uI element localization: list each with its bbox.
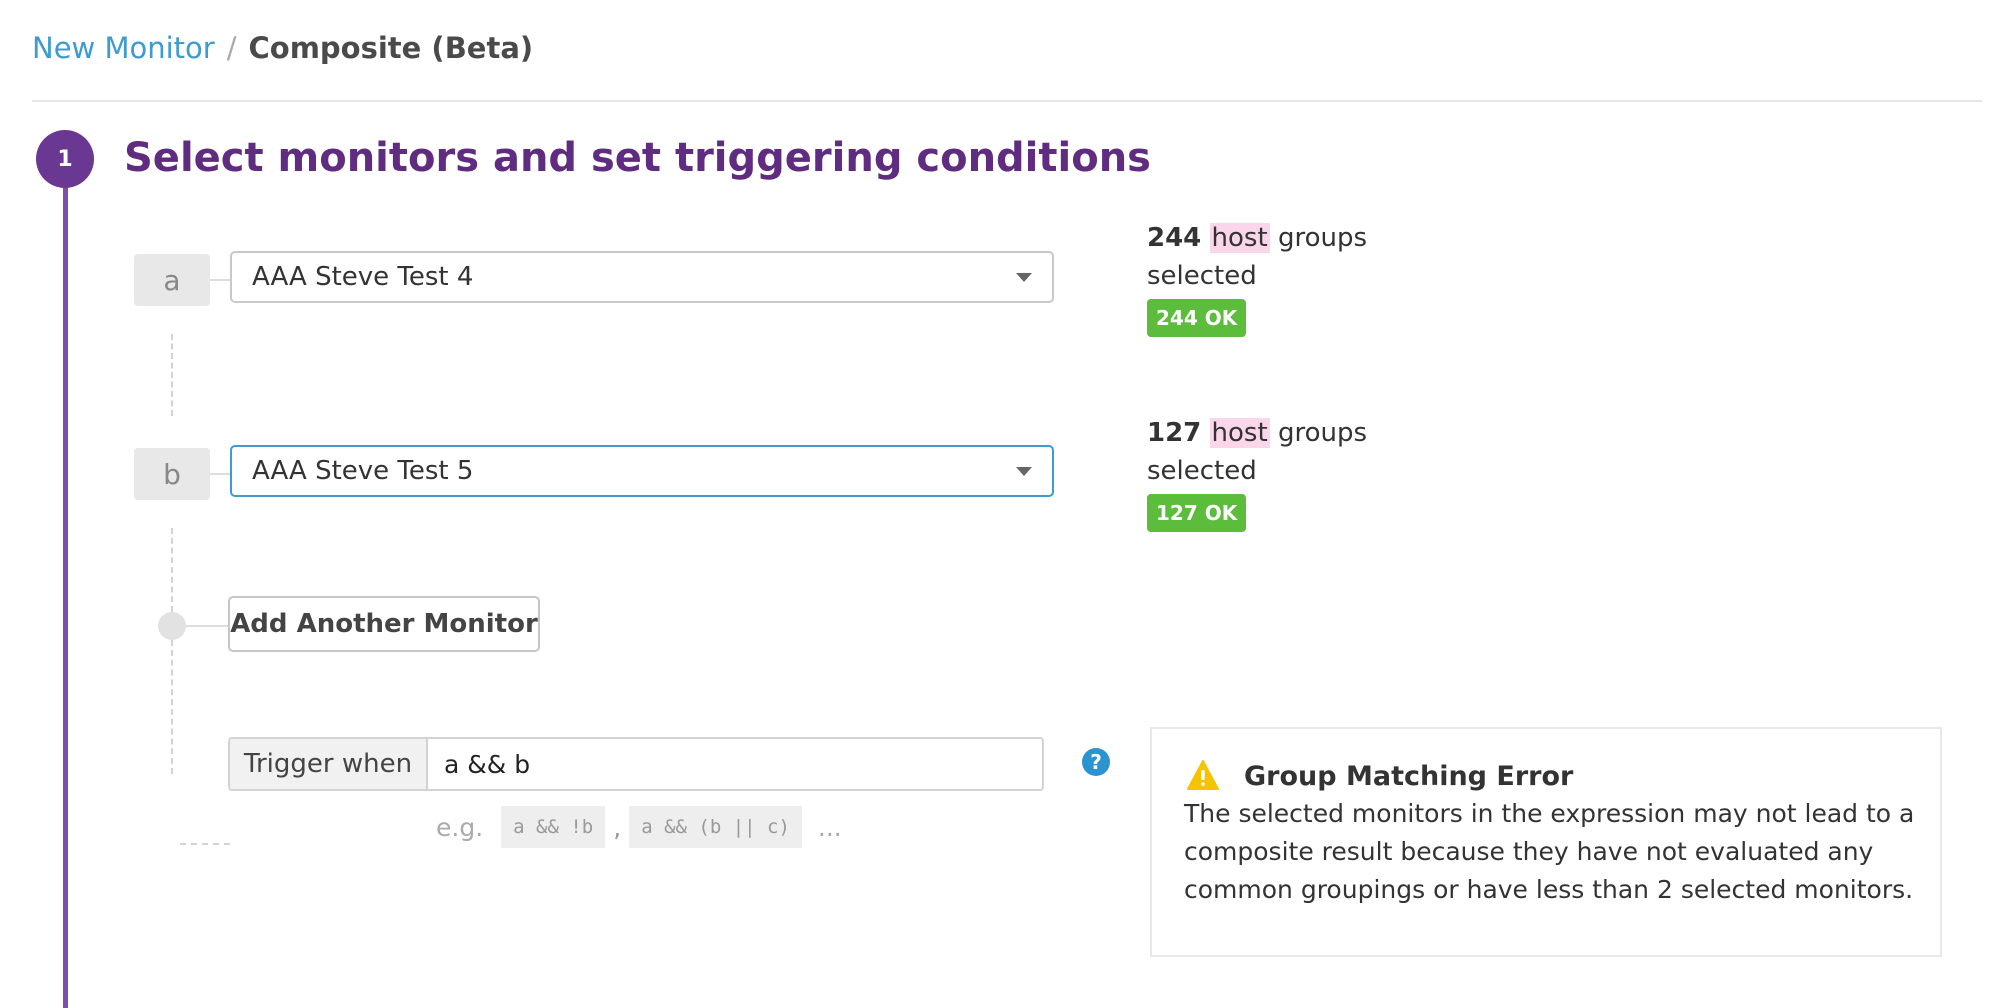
monitor-b-select-value: AAA Steve Test 5 [252,456,474,486]
examples-comma: , [613,812,622,842]
monitor-a-status-badge: 244 OK [1147,299,1247,337]
breadcrumb-separator: / [226,31,237,65]
monitor-a-select[interactable]: AAA Steve Test 4 [230,251,1054,303]
add-another-monitor-button[interactable]: Add Another Monitor [228,596,540,652]
connector-dashed-line [171,334,173,416]
trigger-expression-group: Trigger when [228,737,1044,791]
trigger-expression-input[interactable] [428,739,1042,789]
error-title: Group Matching Error [1244,761,1574,792]
monitor-a-select-value: AAA Steve Test 4 [252,262,474,292]
example-chip: a && !b [501,806,606,848]
error-message: The selected monitors in the expression … [1184,799,1915,904]
example-chip: a && (b || c) [629,806,802,848]
connector-dashed-end [180,843,230,845]
examples-prefix: e.g. [436,812,484,842]
monitor-b-select[interactable]: AAA Steve Test 5 [230,445,1054,497]
step-timeline-line [63,178,68,1008]
monitor-a-group-count: 244 [1147,223,1202,253]
monitor-b-group-count: 127 [1147,418,1202,448]
add-monitor-connector [186,625,228,627]
connector-dashed-line [171,640,173,774]
monitor-a-letter: a [134,254,210,306]
help-icon[interactable]: ? [1082,748,1110,776]
monitor-a-groups-word: groups [1277,223,1368,253]
monitor-b-status-badge: 127 OK [1147,494,1247,532]
trigger-when-label: Trigger when [230,739,428,789]
examples-more: ... [817,812,842,842]
monitor-b-selected-word: selected [1147,456,1257,486]
breadcrumb: New Monitor / Composite (Beta) [32,28,533,68]
monitor-b-groups-word: groups [1277,418,1368,448]
monitor-b-connector [210,473,230,475]
monitor-a-connector [210,279,230,281]
monitor-a-group-summary: 244 host groups selected 244 OK [1147,219,1447,337]
header-divider [32,100,1982,102]
monitor-b-letter: b [134,448,210,500]
warning-icon [1187,760,1219,790]
breadcrumb-current: Composite (Beta) [248,31,534,65]
add-monitor-node-dot [158,612,186,640]
monitor-a-host-tag: host [1209,223,1270,253]
step-title: Select monitors and set triggering condi… [124,135,1151,181]
connector-dashed-line [171,528,173,612]
monitor-b-group-summary: 127 host groups selected 127 OK [1147,414,1447,532]
group-matching-error-panel: Group Matching Error The selected monito… [1150,727,1942,957]
breadcrumb-new-monitor-link[interactable]: New Monitor [32,31,215,65]
step-number-badge: 1 [36,130,94,188]
monitor-b-host-tag: host [1209,418,1270,448]
chevron-down-icon [1016,466,1032,476]
monitor-a-selected-word: selected [1147,261,1257,291]
chevron-down-icon [1016,272,1032,282]
trigger-examples: e.g. a && !b , a && (b || c) ... [436,806,842,848]
